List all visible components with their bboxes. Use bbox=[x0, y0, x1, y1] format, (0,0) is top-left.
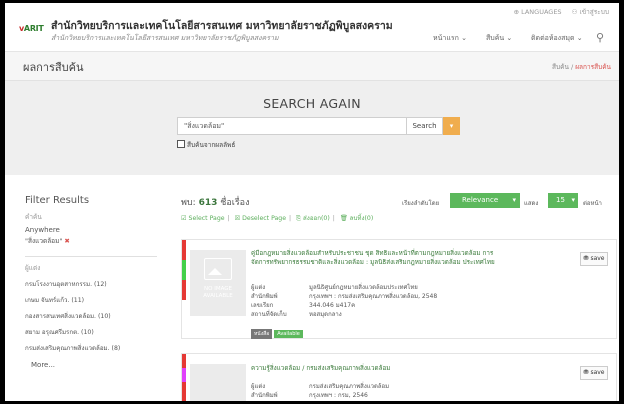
filter-more-link[interactable]: More... bbox=[31, 361, 157, 369]
nav-item-home[interactable]: หน้าแรก ⌄ bbox=[433, 33, 467, 44]
globe-icon: ⊕ bbox=[513, 8, 520, 16]
utility-links: ⊕ LANGUAGES ⚇ เข้าสู่ระบบ bbox=[506, 7, 609, 17]
caret-down-icon: ▾ bbox=[449, 122, 454, 130]
type-badge: หนังสือ bbox=[251, 329, 273, 339]
search-icon: ⚲ bbox=[595, 31, 605, 44]
checkbox[interactable] bbox=[177, 140, 185, 148]
breadcrumb: สืบค้น / ผลการสืบค้น bbox=[552, 63, 611, 71]
filter-sidebar: Filter Results คำค้น Anywhere "สิ่งแวดล้… bbox=[25, 195, 157, 369]
search-input[interactable] bbox=[177, 117, 407, 135]
result-item: ความรู้สิ่งแวดล้อม / กรมส่งเสริมคุณภาพสิ… bbox=[181, 353, 617, 401]
select-page-link[interactable]: ☑ Select Page bbox=[181, 215, 225, 222]
item-badges: หนังสือ Available bbox=[251, 320, 303, 339]
search-within-results[interactable]: สืบค้นจากผลลัพธ์ bbox=[177, 140, 235, 150]
meta-row: สถานที่จัดเก็บ หอสมุดกลาง bbox=[251, 311, 342, 318]
filter-item[interactable]: กรมส่งเสริมคุณภาพสิ่งแวดล้อม. (8) bbox=[25, 343, 157, 353]
filter-item[interactable]: กรมโรงงานอุตสาหกรรม. (12) bbox=[25, 279, 157, 289]
export-link[interactable]: ⎘ ส่งออก(0) bbox=[296, 215, 330, 222]
arit-logo[interactable]: vARIT bbox=[19, 23, 47, 35]
nav-item-contact[interactable]: ติดต่อห้องสมุด ⌄ bbox=[531, 33, 583, 44]
status-badge: Available bbox=[274, 330, 303, 338]
chevron-down-icon: ⌄ bbox=[506, 34, 513, 42]
result-count: พบ: 613 ชื่อเรื่อง bbox=[181, 198, 250, 208]
filter-section-label: คำค้น bbox=[25, 213, 42, 221]
per-page-unit: ต่อหน้า bbox=[583, 200, 602, 207]
meta-row: สำนักพิมพ์ กรุงเทพฯ : กรม, 2546 bbox=[251, 392, 368, 399]
login-link[interactable]: เข้าสู่ระบบ bbox=[579, 8, 609, 16]
thumbnail-placeholder[interactable]: NO IMAGE AVAILABLE bbox=[190, 250, 246, 316]
page-title: ผลการสืบค้น bbox=[23, 61, 84, 74]
thumbnail-placeholder[interactable] bbox=[190, 364, 246, 401]
active-filter: "สิ่งแวดล้อม" ✖ bbox=[25, 237, 70, 245]
per-page-select[interactable]: 15 ▾ bbox=[548, 193, 578, 208]
save-button[interactable]: ⛃ save bbox=[580, 252, 608, 266]
image-placeholder-icon bbox=[204, 258, 232, 280]
caret-down-icon: ▾ bbox=[571, 196, 575, 204]
page-title-bar: ผลการสืบค้น สืบค้น / ผลการสืบค้น bbox=[5, 52, 619, 81]
sort-select[interactable]: Relevance ▾ bbox=[450, 193, 520, 208]
item-color-bars bbox=[182, 354, 186, 401]
institution-subtitle: สำนักวิทยบริการและเทคโนโลยีสารสนเทศ มหาว… bbox=[51, 34, 279, 42]
site-header: vARIT สำนักวิทยบริการและเทคโนโลยีสารสนเท… bbox=[5, 3, 619, 52]
result-item: NO IMAGE AVAILABLE คู่มือกฎหมายสิ่งแวดล้… bbox=[181, 239, 617, 339]
header-search-button[interactable]: ⚲ bbox=[591, 30, 609, 46]
filter-item[interactable]: สยาม อรุณศรีมรกต. (10) bbox=[25, 327, 157, 337]
filter-group-label: ผู้แต่ง bbox=[25, 264, 41, 272]
result-actions: ☑ Select Page | ☒ Deselect Page | ⎘ ส่งออก… bbox=[181, 215, 374, 222]
item-color-bars bbox=[182, 240, 186, 300]
remove-filter-icon[interactable]: ✖ bbox=[64, 237, 69, 245]
breadcrumb-current: ผลการสืบค้น bbox=[575, 63, 611, 71]
nav-item-search[interactable]: สืบค้น ⌄ bbox=[486, 33, 512, 44]
filter-item[interactable]: กองสารสนเทศสิ่งแวดล้อม. (10) bbox=[25, 311, 157, 321]
sort-label: เรียงลำดับโดย bbox=[402, 200, 440, 207]
save-button[interactable]: ⛃ save bbox=[580, 366, 608, 380]
save-icon: ⛃ bbox=[583, 369, 589, 376]
save-icon: ⛃ bbox=[583, 255, 589, 262]
languages-link[interactable]: LANGUAGES bbox=[521, 8, 561, 16]
caret-down-icon: ▾ bbox=[512, 196, 516, 204]
institution-title: สำนักวิทยบริการและเทคโนโลยีสารสนเทศ มหาว… bbox=[51, 20, 393, 32]
deselect-page-link[interactable]: ☒ Deselect Page bbox=[235, 215, 286, 222]
show-label: แสดง bbox=[524, 200, 539, 207]
chevron-down-icon: ⌄ bbox=[461, 34, 467, 42]
filter-title: Filter Results bbox=[25, 195, 90, 206]
result-title-link[interactable]: ความรู้สิ่งแวดล้อม / กรมส่งเสริมคุณภาพสิ… bbox=[251, 364, 509, 373]
search-button[interactable]: Search bbox=[407, 117, 443, 135]
search-options-dropdown[interactable]: ▾ bbox=[443, 117, 460, 135]
result-title-link[interactable]: คู่มือกฎหมายสิ่งแวดล้อมสำหรับประชาชน ชุด… bbox=[251, 249, 509, 267]
page-frame: vARIT สำนักวิทยบริการและเทคโนโลยีสารสนเท… bbox=[5, 3, 619, 401]
delete-link[interactable]: 🗑 ลบทิ้ง(0) bbox=[340, 215, 373, 222]
filter-item[interactable]: เกษม จันทร์แก้ว. (11) bbox=[25, 295, 157, 305]
search-again-heading: SEARCH AGAIN bbox=[263, 96, 361, 111]
chevron-down-icon: ⌄ bbox=[576, 34, 583, 42]
breadcrumb-home[interactable]: สืบค้น bbox=[552, 63, 569, 71]
filter-anywhere: Anywhere bbox=[25, 226, 60, 234]
user-icon: ⚇ bbox=[571, 8, 578, 16]
